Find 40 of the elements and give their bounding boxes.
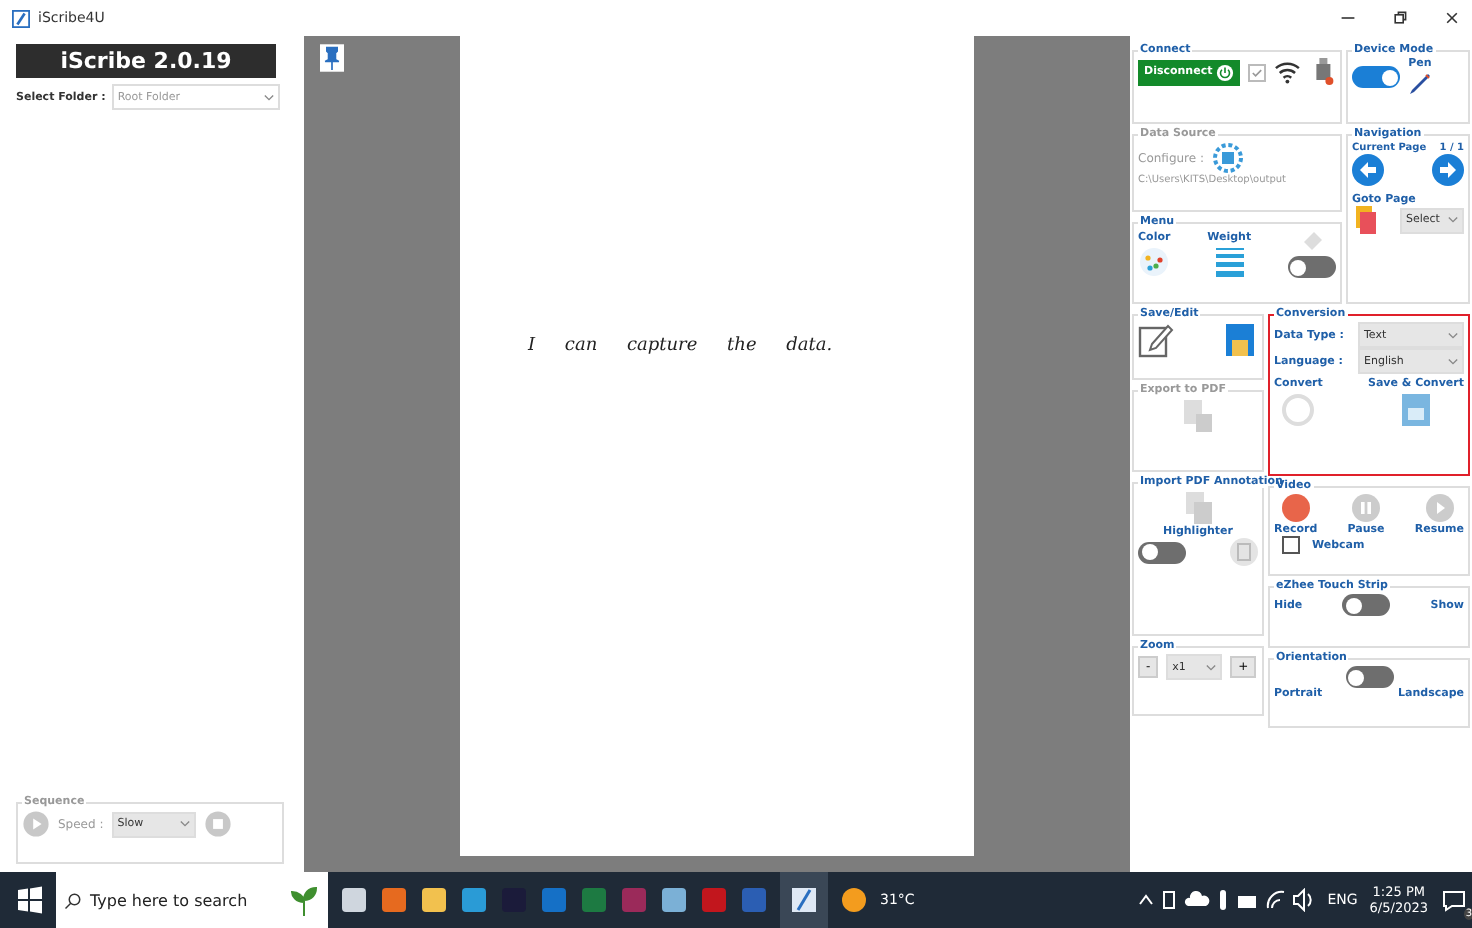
chevron-down-icon [263, 93, 274, 101]
page-canvas[interactable]: I can capture the data. [460, 36, 974, 856]
device-mode-toggle[interactable] [1352, 66, 1400, 88]
edit-icon[interactable] [1138, 322, 1174, 358]
app-logo-icon [12, 9, 30, 27]
pen-app-icon[interactable] [780, 872, 828, 928]
handwritten-text: I can capture the data. [528, 336, 833, 356]
highlighter-toggle[interactable] [1138, 541, 1186, 563]
close-icon[interactable] [1444, 10, 1460, 26]
search-icon [64, 891, 82, 909]
webcam-checkbox[interactable] [1282, 536, 1300, 554]
notification-icon[interactable] [1440, 886, 1468, 914]
tray-icons-drawing[interactable] [1135, 888, 1316, 912]
wifi-icon [1274, 58, 1302, 86]
orientation-toggle[interactable] [1345, 666, 1393, 688]
chevron-down-icon [1206, 663, 1217, 671]
chevron-down-icon [179, 820, 190, 828]
record-icon[interactable] [1281, 494, 1310, 522]
connect-checkbox[interactable] [1248, 63, 1267, 81]
line-weight-icon[interactable] [1213, 245, 1246, 277]
next-page-icon[interactable] [1432, 154, 1464, 186]
save-icon[interactable] [1222, 322, 1258, 358]
start-icon[interactable] [16, 886, 44, 914]
pen-icon [1408, 72, 1432, 96]
eraser-toggle[interactable] [1287, 256, 1336, 278]
weather-icon[interactable] [840, 886, 868, 914]
pin-icon[interactable] [320, 44, 344, 72]
chevron-down-icon [1448, 331, 1458, 339]
chevron-down-icon [1448, 357, 1458, 365]
touch-strip-toggle[interactable] [1342, 594, 1391, 616]
app-title-banner: iScribe 2.0.19 [16, 44, 276, 78]
restore-icon[interactable] [1392, 10, 1408, 26]
chevron-down-icon [1448, 216, 1458, 224]
pages-icon [1352, 206, 1380, 234]
power-icon [1216, 63, 1235, 81]
previous-page-icon[interactable] [1352, 154, 1384, 186]
taskbar-search-field[interactable]: Type here to search [56, 872, 328, 928]
gear-icon[interactable] [1212, 142, 1245, 174]
color-palette-icon[interactable] [1138, 245, 1171, 277]
plant-icon [288, 882, 320, 918]
